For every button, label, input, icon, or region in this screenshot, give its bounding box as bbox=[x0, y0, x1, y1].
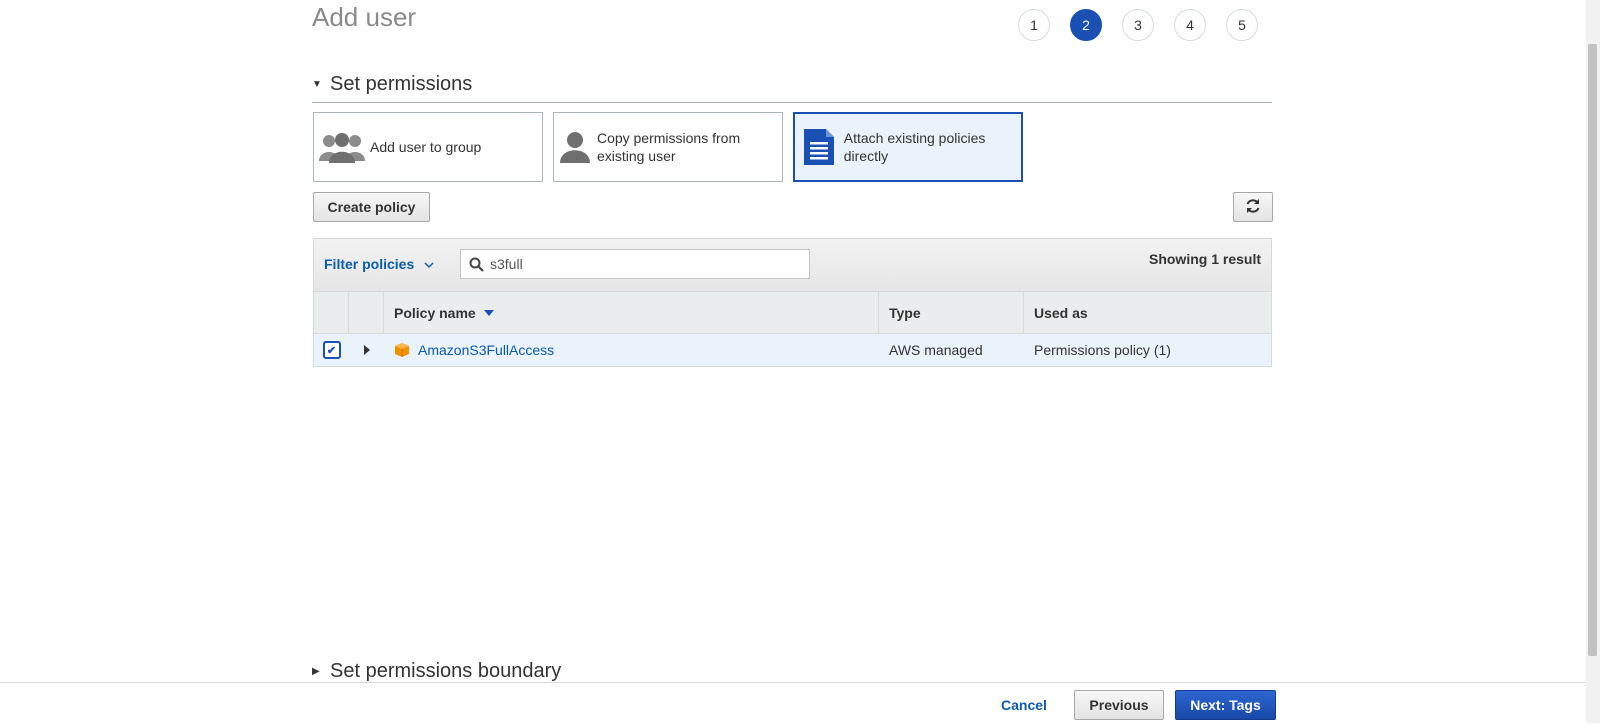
policy-type: AWS managed bbox=[889, 342, 983, 358]
next-tags-button[interactable]: Next: Tags bbox=[1175, 690, 1276, 720]
add-user-to-group-option[interactable]: Add user to group bbox=[313, 112, 543, 182]
policies-table: Filter policies Showing 1 result Policy … bbox=[313, 238, 1272, 367]
filter-bar: Filter policies Showing 1 result bbox=[314, 239, 1271, 292]
attach-policies-option[interactable]: Attach existing policies directly bbox=[793, 112, 1023, 182]
caret-right-icon: ▶ bbox=[312, 666, 320, 677]
chevron-down-icon bbox=[424, 256, 434, 272]
page-title: Add user bbox=[312, 2, 417, 32]
search-icon bbox=[469, 257, 484, 272]
copy-permissions-option[interactable]: Copy permissions from existing user bbox=[553, 112, 783, 182]
option-label: Attach existing policies directly bbox=[843, 130, 986, 164]
table-header: Policy name Type Used as bbox=[314, 292, 1271, 334]
wizard-steps: 1 2 3 4 5 bbox=[1018, 9, 1278, 41]
set-permissions-header[interactable]: ▼ Set permissions bbox=[312, 73, 1272, 103]
row-checkbox[interactable]: ✔ bbox=[322, 341, 341, 359]
step-2[interactable]: 2 bbox=[1070, 9, 1102, 41]
search-box[interactable] bbox=[460, 249, 810, 279]
step-1[interactable]: 1 bbox=[1018, 9, 1050, 41]
search-input[interactable] bbox=[488, 255, 792, 273]
set-permissions-boundary-header[interactable]: ▶ Set permissions boundary bbox=[312, 660, 1272, 683]
policy-name-link[interactable]: AmazonS3FullAccess bbox=[418, 342, 554, 358]
header-select-cell bbox=[314, 292, 349, 333]
filter-label: Filter policies bbox=[324, 256, 415, 272]
option-label: Copy permissions from existing user bbox=[596, 130, 741, 164]
column-header-used-as[interactable]: Used as bbox=[1024, 292, 1271, 333]
table-row[interactable]: ✔ AmazonS3FullAccess AWS managed Permiss… bbox=[314, 334, 1271, 366]
expand-caret-icon[interactable] bbox=[363, 342, 370, 358]
caret-down-icon: ▼ bbox=[312, 79, 322, 90]
sort-desc-icon bbox=[483, 309, 494, 316]
scrollbar-thumb[interactable] bbox=[1588, 44, 1597, 656]
policy-box-icon bbox=[394, 342, 410, 358]
step-3[interactable]: 3 bbox=[1122, 9, 1154, 41]
step-5[interactable]: 5 bbox=[1226, 9, 1258, 41]
user-icon bbox=[554, 131, 597, 163]
option-label: Add user to group bbox=[370, 139, 482, 155]
column-header-type[interactable]: Type bbox=[879, 292, 1024, 333]
filter-policies-dropdown[interactable]: Filter policies bbox=[324, 256, 434, 272]
header-expand-cell bbox=[349, 292, 384, 333]
document-icon bbox=[795, 129, 844, 165]
create-policy-button[interactable]: Create policy bbox=[313, 192, 430, 222]
section-title: Set permissions bbox=[330, 73, 473, 95]
cancel-button[interactable]: Cancel bbox=[1001, 697, 1047, 713]
refresh-icon bbox=[1245, 198, 1261, 217]
section-title: Set permissions boundary bbox=[330, 660, 562, 682]
users-group-icon bbox=[314, 131, 370, 163]
column-header-policy-name[interactable]: Policy name bbox=[384, 292, 879, 333]
result-count: Showing 1 result bbox=[1148, 251, 1261, 267]
step-4[interactable]: 4 bbox=[1174, 9, 1206, 41]
previous-button[interactable]: Previous bbox=[1074, 690, 1164, 720]
policy-used-as: Permissions policy (1) bbox=[1034, 342, 1171, 358]
wizard-footer bbox=[0, 682, 1586, 724]
refresh-button[interactable] bbox=[1233, 192, 1273, 222]
